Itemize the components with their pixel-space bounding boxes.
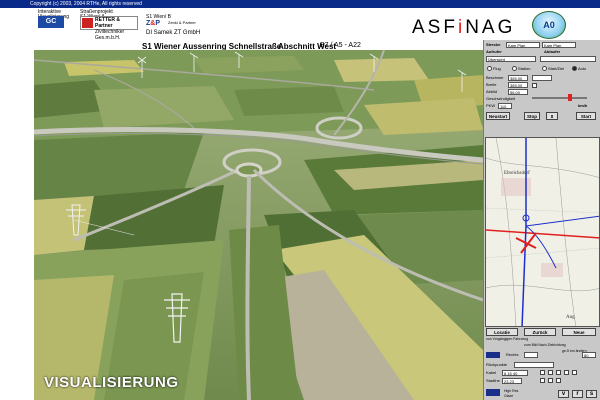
rueckpunkte-label: Rückpunkte: [486, 362, 508, 367]
option-checkbox[interactable]: [548, 370, 553, 375]
speed-slider-thumb[interactable]: [568, 94, 572, 101]
speed-slider[interactable]: [532, 97, 587, 99]
breite-checkbox[interactable]: [532, 83, 537, 88]
aufrufer-label: Aufrufer: [486, 49, 502, 54]
road-south: [245, 175, 251, 400]
status-sub: Glaze: [504, 394, 514, 398]
option-checkbox[interactable]: [540, 378, 545, 383]
color-swatch[interactable]: [486, 389, 500, 396]
left-margin: [0, 50, 34, 400]
rechts-input[interactable]: 80: [582, 352, 596, 358]
option-checkbox[interactable]: [548, 378, 553, 383]
map-place-2: Aug: [566, 315, 575, 320]
option-checkbox[interactable]: [540, 370, 545, 375]
retter-sub: Ziviltechniker Ges.m.b.H.: [95, 29, 125, 41]
flug-radio[interactable]: [487, 66, 492, 71]
beschwer-input-2[interactable]: [532, 75, 552, 81]
retter-logo: RETTER & Partner Ziviltechniker Ges.m.b.…: [80, 16, 138, 41]
viewport-caption: VISUALISIERUNG: [44, 374, 179, 391]
rechts-label: Rechts: [506, 352, 519, 357]
strecke-label: Strecke: [486, 42, 501, 47]
beschwer-label: Beschwer: [486, 75, 504, 80]
stadthe-label: Stadthe: [486, 378, 500, 383]
pkw-select[interactable]: 110: [498, 103, 512, 109]
pause-button[interactable]: II: [546, 112, 558, 120]
retter-mark-icon: [82, 18, 93, 28]
overview-map[interactable]: Ebreichsdorf Aug: [485, 137, 600, 327]
auto-label: Auto: [578, 66, 587, 71]
town-area: [541, 263, 563, 277]
zp-logo: Z&P: [146, 20, 160, 27]
rueckpunkte-select[interactable]: [514, 362, 554, 368]
landscape-render: [34, 50, 483, 400]
flug-label: Flug: [493, 66, 501, 71]
gc-logo: GC: [38, 16, 64, 28]
zp-sub: Zenkl & Partner: [168, 20, 196, 25]
field: [234, 86, 344, 116]
option-checkbox[interactable]: [556, 370, 561, 375]
3d-viewport[interactable]: [34, 50, 483, 400]
retter-name: RETTER & Partner: [95, 17, 120, 29]
strecke-select-1[interactable]: Kam Plan: [506, 42, 540, 48]
beschwer-input[interactable]: 365,00: [508, 75, 528, 81]
option-checkbox[interactable]: [572, 370, 577, 375]
locate-button[interactable]: Locatie: [486, 328, 518, 336]
option-checkbox[interactable]: [564, 370, 569, 375]
r-button[interactable]: r: [572, 390, 583, 398]
auto-radio[interactable]: [572, 66, 577, 71]
map-bg: [486, 138, 599, 326]
zurueck-button[interactable]: Zurück: [524, 328, 556, 336]
stop-button[interactable]: Stop: [524, 112, 540, 120]
start-ziel-label: Start/Ziel: [548, 66, 565, 71]
station-radio[interactable]: [512, 66, 517, 71]
start-button[interactable]: Start: [576, 112, 596, 120]
rechts-select[interactable]: [524, 352, 538, 358]
neue-button[interactable]: Neue: [562, 328, 596, 336]
option-checkbox[interactable]: [556, 378, 561, 383]
kabel-label: Kabel: [486, 370, 497, 375]
abbild-label: Abbild: [486, 89, 498, 94]
company-name: DI Samek ZT GmbH: [146, 30, 201, 36]
uebersicht-select[interactable]: Übersicht: [486, 56, 536, 62]
stadthe-input[interactable]: 23 23: [502, 378, 522, 384]
asfinag-asf: ASF: [412, 17, 458, 38]
abschnitt-value: B7 / A5 - A22: [320, 42, 361, 49]
kabel-input[interactable]: 8 15 40: [502, 370, 528, 376]
zp-logo-p: P: [155, 20, 161, 27]
ablaufer-label: Ablaufer: [544, 49, 561, 54]
asfinag-nag: NAG: [465, 17, 516, 38]
pkw-label: PKW: [486, 103, 496, 108]
start-ziel-radio[interactable]: [542, 66, 547, 71]
sub-label-1: von Vorgängigen Fahrzeug: [486, 337, 529, 341]
map-drawing: Ebreichsdorf Aug: [486, 138, 599, 326]
asfinag-logo: ASFiNAG: [412, 17, 515, 39]
sub-label-2: zum Bild Nach Zielrichtung: [524, 343, 566, 347]
color-swatch[interactable]: [486, 352, 500, 358]
field: [334, 58, 429, 82]
anniversary-badge: A0: [532, 11, 566, 39]
neustart-button[interactable]: Neustart: [486, 112, 510, 120]
window-title: Copyright (c) 2003, 2004 RTHe, All right…: [0, 0, 600, 8]
station-label: Station: [518, 66, 531, 71]
speed-label: Geschwindigkeit: [486, 96, 516, 101]
breite-input[interactable]: 365,00: [508, 82, 528, 88]
ablaufer-select[interactable]: [540, 56, 596, 62]
breite-label: Breite: [486, 82, 497, 87]
map-place-1: Ebreichsdorf: [504, 171, 530, 176]
v-button[interactable]: v: [558, 390, 569, 398]
s-button[interactable]: s: [586, 390, 597, 398]
speed-unit: km/h: [578, 103, 588, 108]
